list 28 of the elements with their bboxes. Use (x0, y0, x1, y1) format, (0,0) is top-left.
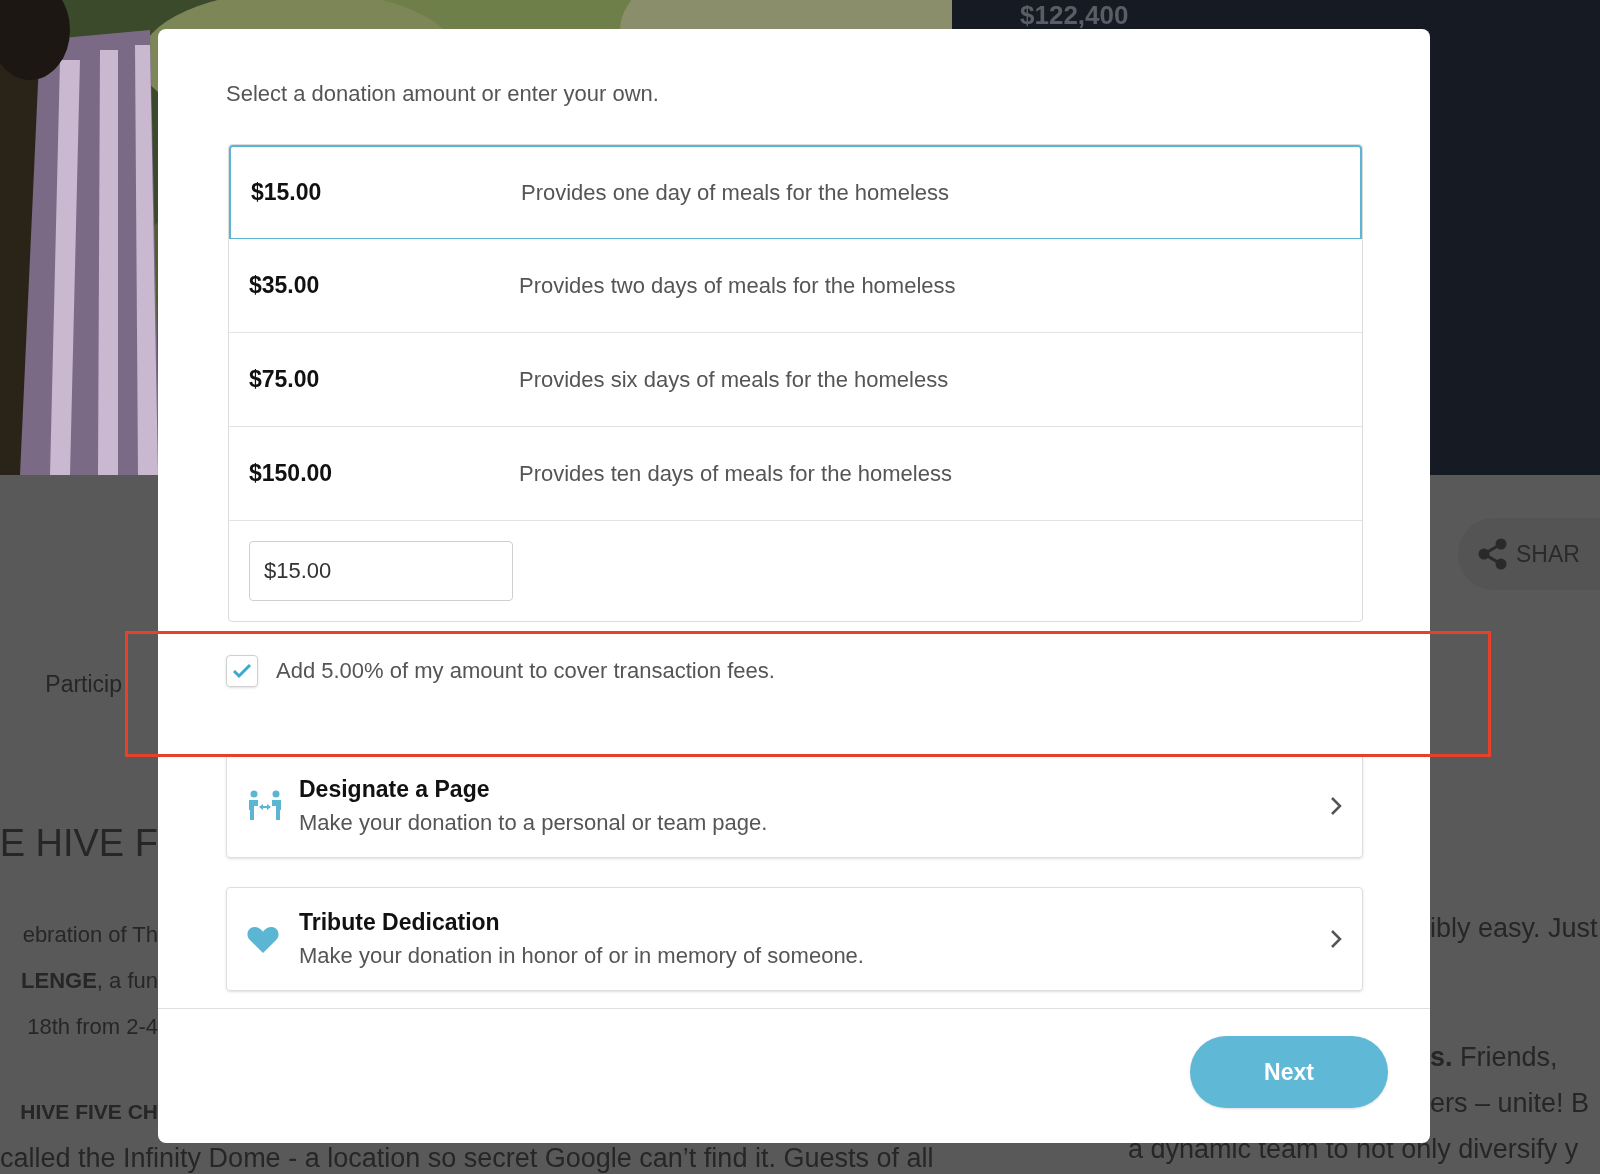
heart-icon (247, 925, 279, 953)
amount-option[interactable]: $15.00 Provides one day of meals for the homeless (229, 145, 1362, 239)
amount-description: Provides ten days of meals for the homeless (519, 460, 952, 488)
dialog-prompt: Select a donation amount or enter your own. (226, 80, 660, 108)
amount-value: $15.00 (250, 178, 323, 208)
amount-description: Provides six days of meals for the homeless (519, 366, 949, 394)
amount-option[interactable]: $35.00 Provides two days of meals for the homeless (229, 239, 1362, 333)
checkbox-label: Add 5.00% of my amount to cover transaction fees. (276, 657, 775, 685)
option-title: Designate a Page (299, 775, 491, 804)
amount-input[interactable]: $15.00 (249, 541, 513, 601)
amount-option[interactable]: $150.00 Provides ten days of meals for the homeless (229, 427, 1362, 521)
share-icon (1478, 538, 1508, 570)
people-icon (247, 790, 283, 822)
option-description: Make your donation in honor of or in memory of someone. (299, 942, 865, 970)
chevron-icon (1330, 929, 1342, 949)
amount-value: $75.00 (248, 365, 321, 395)
checkbox[interactable] (226, 654, 258, 687)
checkmark-icon (232, 662, 252, 679)
option-description: Make your donation to a personal or team page. (299, 809, 769, 837)
chevron-icon (1330, 796, 1342, 816)
total-raised: $122,400 (1020, 1, 1129, 29)
option-card[interactable]: Tribute Dedication Make your donation in honor of or in memory of someone. (226, 887, 1363, 991)
amount-description: Provides one day of meals for the homeless (521, 179, 949, 207)
amount-value: $150.00 (248, 459, 334, 489)
amount-value: $35.00 (248, 271, 321, 301)
amount-description: Provides two days of meals for the homeless (519, 272, 956, 300)
option-title: Tribute Dedication (299, 908, 501, 937)
amount-option[interactable]: $75.00 Provides six days of meals for the homeless (229, 333, 1362, 427)
